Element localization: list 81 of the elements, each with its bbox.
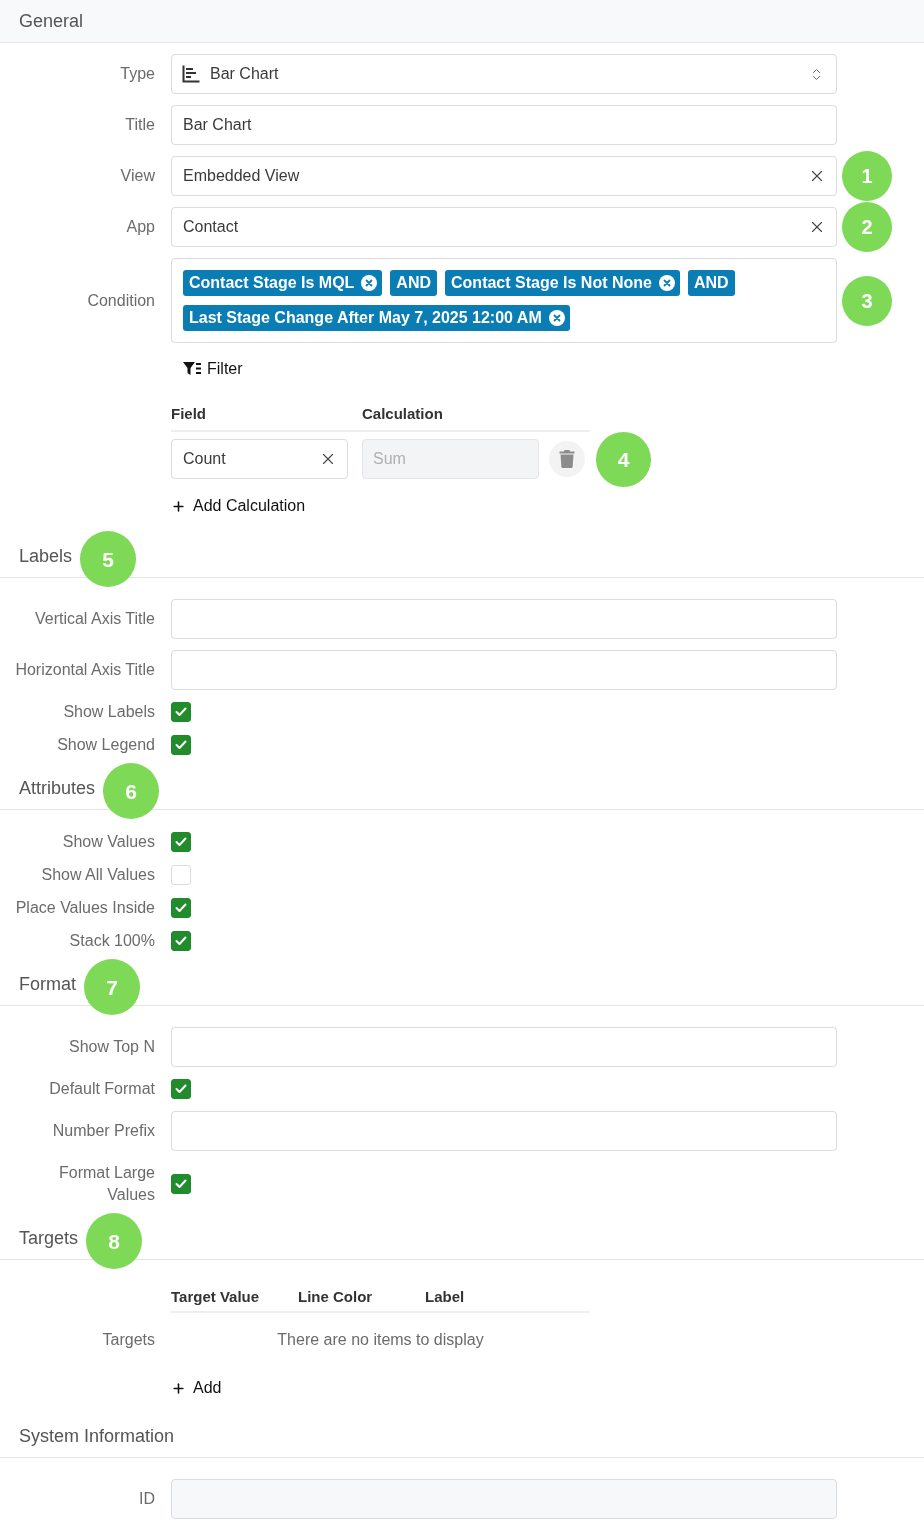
field-label: Show Top N: [69, 1037, 155, 1057]
callout-badge: 6: [103, 763, 160, 819]
field-label: Targets: [102, 1330, 155, 1350]
bar-chart-icon: [182, 65, 200, 83]
text-field[interactable]: [171, 1479, 837, 1519]
check-icon: [175, 936, 187, 946]
column-header: Calculation: [362, 404, 443, 424]
column-header: Field: [171, 404, 207, 424]
trash-icon: [559, 450, 575, 468]
field-label: Vertical Axis Title: [34, 609, 155, 629]
empty-message: There are no items to display: [276, 1330, 485, 1350]
field-label: Stack 100%: [69, 931, 155, 951]
callout-badge: 2: [842, 202, 892, 252]
check-icon: [175, 1084, 187, 1094]
filter-icon: [183, 362, 201, 376]
check-icon: [175, 903, 187, 913]
operator-tag: AND: [390, 270, 438, 296]
callout-badge: 3: [842, 275, 892, 326]
column-header: Target Value: [171, 1287, 261, 1307]
field-label: Number Prefix: [52, 1121, 155, 1141]
lookup-field[interactable]: Embedded View: [171, 156, 837, 196]
checkbox[interactable]: [171, 898, 191, 918]
filter-tag[interactable]: Contact Stage Is MQL: [183, 270, 383, 296]
section-title: System Information: [19, 1424, 175, 1448]
operator-tag: AND: [687, 270, 735, 296]
field-label: Format Large Values: [57, 1163, 155, 1205]
section-title: Labels: [19, 544, 73, 568]
check-icon: [175, 837, 187, 847]
add-button[interactable]: Add Calculation: [171, 490, 306, 522]
text-field[interactable]: [171, 1027, 837, 1067]
checkbox[interactable]: [171, 702, 191, 722]
checkbox[interactable]: [171, 735, 191, 755]
text-field[interactable]: Bar Chart: [171, 105, 837, 145]
field-label: Condition: [87, 290, 155, 311]
callout-badge: 7: [84, 959, 140, 1015]
filter-tag[interactable]: Contact Stage Is Not None: [445, 270, 680, 296]
text-field[interactable]: [171, 650, 837, 690]
condition-field[interactable]: Contact Stage Is MQL AND Contact Stage Is Not None AND Last Stage Change After May 7, 2025 12:00 AM: [171, 258, 837, 343]
field-label: Place Values Inside: [15, 898, 155, 918]
section-title: Targets: [19, 1226, 79, 1250]
plus-icon: [171, 498, 186, 514]
text-field[interactable]: [171, 599, 837, 639]
checkbox[interactable]: [171, 1174, 191, 1194]
field-label: Title: [125, 115, 155, 135]
close-icon[interactable]: [548, 310, 565, 326]
field-label: Show Labels: [63, 702, 155, 722]
delete-button[interactable]: [549, 441, 585, 477]
check-icon: [175, 707, 187, 717]
plus-icon: [171, 1380, 186, 1396]
text-field[interactable]: [171, 1111, 837, 1151]
field-select[interactable]: Count: [171, 439, 348, 479]
filter-tag[interactable]: Last Stage Change After May 7, 2025 12:00 AM: [183, 305, 570, 331]
type-select[interactable]: Bar Chart: [171, 54, 837, 94]
field-label: Horizontal Axis Title: [15, 660, 155, 680]
section-title: General: [19, 9, 84, 33]
filter-button[interactable]: Filter: [171, 354, 255, 384]
checkbox[interactable]: [171, 931, 191, 951]
lookup-field[interactable]: Contact: [171, 207, 837, 247]
section-title: Attributes: [19, 776, 96, 800]
check-icon: [175, 740, 187, 750]
field-label: Show Values: [62, 832, 155, 852]
field-label: Show All Values: [41, 865, 155, 885]
checkbox[interactable]: [171, 832, 191, 852]
column-header: Line Color: [298, 1287, 374, 1307]
add-button[interactable]: Add: [171, 1372, 222, 1404]
callout-badge: 5: [80, 531, 137, 587]
check-icon: [175, 1179, 187, 1189]
field-label: Show Legend: [57, 735, 155, 755]
field-label: App: [126, 217, 155, 237]
field-label: Default Format: [49, 1079, 155, 1099]
field-label: Type: [120, 64, 155, 84]
column-header: Label: [425, 1287, 465, 1307]
close-icon[interactable]: [361, 275, 378, 291]
section-title: Format: [19, 972, 76, 996]
field-label: View: [120, 166, 155, 186]
callout-badge: 8: [86, 1213, 143, 1269]
field-label: ID: [139, 1489, 155, 1509]
checkbox[interactable]: [171, 1079, 191, 1099]
callout-badge: 4: [596, 431, 651, 487]
close-icon[interactable]: [658, 275, 675, 291]
callout-badge: 1: [842, 151, 892, 201]
